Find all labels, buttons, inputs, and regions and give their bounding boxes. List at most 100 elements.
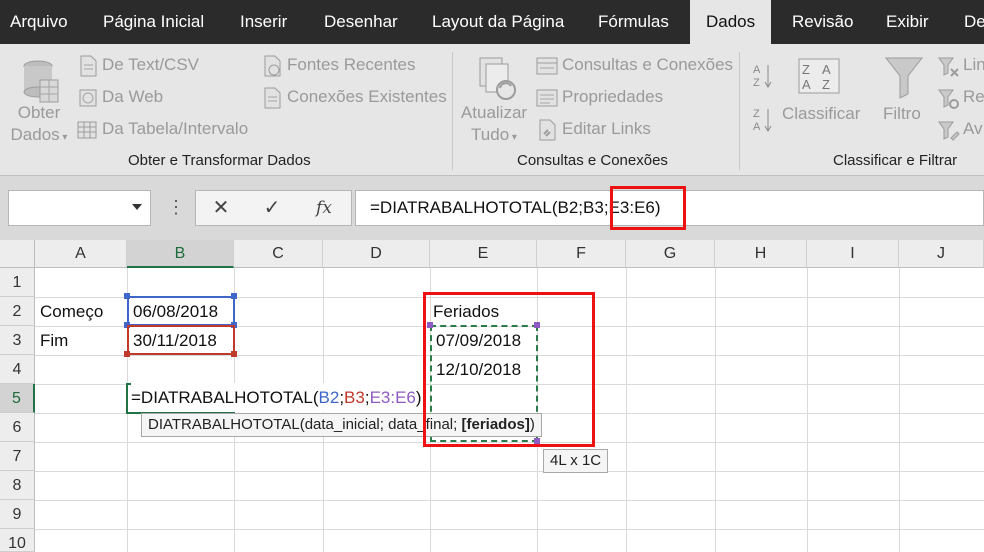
formula-bar-dots[interactable]: ⋮ <box>167 190 185 226</box>
svg-text:A: A <box>822 62 831 77</box>
tab-exibir[interactable]: Exibir <box>872 0 952 44</box>
de-text-csv-button[interactable]: De Text/CSV <box>102 55 199 75</box>
function-tooltip-signature: DIATRABALHOTOTAL(data_inicial; data_fina… <box>148 416 462 433</box>
insert-function-icon[interactable]: fx <box>308 191 340 225</box>
gridline <box>35 471 984 472</box>
selection-size-tooltip: 4L x 1C <box>543 449 609 473</box>
edit-formula-ref-e3-e6: E3:E6 <box>369 388 416 407</box>
row-header-5[interactable]: 5 <box>0 384 35 413</box>
sort-ascending-icon[interactable]: AZ <box>752 62 774 95</box>
formula-highlight-box <box>610 186 686 230</box>
tab-desenvolvedor[interactable]: De <box>950 0 984 44</box>
tab-revisao[interactable]: Revisão <box>778 0 868 44</box>
group-label-consultas: Consultas e Conexões <box>517 152 668 169</box>
enter-icon[interactable]: ✓ <box>256 191 288 225</box>
limpar-button[interactable]: Lin <box>963 55 984 75</box>
clear-filter-icon <box>938 56 960 83</box>
column-header-h[interactable]: H <box>715 240 807 268</box>
column-header-a[interactable]: A <box>35 240 127 268</box>
properties-icon <box>536 87 558 114</box>
column-header-i[interactable]: I <box>807 240 899 268</box>
edit-formula-suffix: ) <box>415 388 422 407</box>
tab-desenhar[interactable]: Desenhar <box>310 0 410 44</box>
cell-b5-edit[interactable]: =DIATRABALHOTOTAL(B2;B3;E3:E6) <box>131 383 424 412</box>
highlight-box-feriados <box>423 292 595 447</box>
cell-b3[interactable]: 30/11/2018 <box>133 326 217 355</box>
da-web-button[interactable]: Da Web <box>102 87 163 107</box>
row-header-6[interactable]: 6 <box>0 413 35 442</box>
propriedades-button[interactable]: Propriedades <box>562 87 663 107</box>
text-file-icon <box>78 55 98 82</box>
cancel-icon[interactable]: ✕ <box>206 191 236 225</box>
conexoes-existentes-button[interactable]: Conexões Existentes <box>287 87 447 107</box>
sort-dialog-icon: ZAAZ <box>798 58 840 99</box>
avancado-button[interactable]: Av <box>963 119 983 139</box>
column-header-j[interactable]: J <box>899 240 984 268</box>
reference-handle[interactable] <box>231 351 237 357</box>
svg-text:Z: Z <box>753 77 760 89</box>
refresh-all-icon <box>474 56 518 107</box>
row-header-9[interactable]: 9 <box>0 500 35 529</box>
group-label-classificar-filtrar: Classificar e Filtrar <box>833 152 958 169</box>
tab-pagina-inicial[interactable]: Página Inicial <box>86 0 219 44</box>
edit-formula-ref-b2: B2 <box>318 388 340 407</box>
tab-dados[interactable]: Dados <box>690 0 771 44</box>
gridline <box>35 500 984 501</box>
atualizar-tudo-button[interactable]: Atualizar Tudo ▾ <box>458 102 530 149</box>
group-separator <box>452 52 453 170</box>
cell-a2[interactable]: Começo <box>40 297 103 326</box>
edit-links-icon <box>537 119 559 146</box>
column-header-g[interactable]: G <box>626 240 715 268</box>
row-header-4[interactable]: 4 <box>0 355 35 384</box>
tab-inserir[interactable]: Inserir <box>226 0 304 44</box>
gridline <box>899 268 900 552</box>
filter-icon <box>884 56 924 105</box>
tab-arquivo[interactable]: Arquivo <box>0 0 86 44</box>
reference-handle[interactable] <box>231 293 237 299</box>
cell-b2[interactable]: 06/08/2018 <box>133 297 218 326</box>
row-header-7[interactable]: 7 <box>0 442 35 471</box>
editar-links-button[interactable]: Editar Links <box>562 119 651 139</box>
worksheet-grid[interactable]: A B C D E F G H I J 1 2 3 4 5 6 7 8 9 10… <box>0 240 984 552</box>
filtro-button[interactable]: Filtro <box>883 104 921 124</box>
fontes-recentes-button[interactable]: Fontes Recentes <box>287 55 416 75</box>
column-header-e[interactable]: E <box>430 240 537 268</box>
row-header-10[interactable]: 10 <box>0 529 35 552</box>
ribbon: Obter Dados ▾ De Text/CSV Da Web Da Tabe… <box>0 44 984 176</box>
formula-buttons: ✕ ✓ fx <box>195 190 352 226</box>
reapply-icon <box>938 88 960 115</box>
classificar-button[interactable]: Classificar <box>782 104 860 124</box>
reference-handle[interactable] <box>124 293 130 299</box>
name-box[interactable] <box>8 190 151 226</box>
select-all-corner[interactable] <box>0 240 35 268</box>
formula-bar-area: ⋮ ✕ ✓ fx =DIATRABALHOTOTAL(B2;B3;E3:E6) <box>0 176 984 240</box>
edit-formula-prefix: =DIATRABALHOTOTAL( <box>131 388 319 407</box>
consultas-conexoes-button[interactable]: Consultas e Conexões <box>562 55 733 75</box>
da-tabela-intervalo-button[interactable]: Da Tabela/Intervalo <box>102 119 248 139</box>
row-header-2[interactable]: 2 <box>0 297 35 326</box>
cell-a3[interactable]: Fim <box>40 326 68 355</box>
column-header-d[interactable]: D <box>323 240 430 268</box>
sort-descending-icon[interactable]: ZA <box>752 106 774 139</box>
reaplicar-button[interactable]: Re <box>963 87 984 107</box>
group-label-obter-transformar: Obter e Transformar Dados <box>128 152 311 169</box>
chevron-down-icon[interactable] <box>132 204 142 210</box>
column-header-f[interactable]: F <box>537 240 626 268</box>
tab-layout-da-pagina[interactable]: Layout da Página <box>418 0 578 44</box>
column-header-b[interactable]: B <box>127 240 234 268</box>
column-header-c[interactable]: C <box>234 240 323 268</box>
row-header-8[interactable]: 8 <box>0 471 35 500</box>
obter-dados-label-2: Dados ▾ <box>10 125 68 144</box>
tab-formulas[interactable]: Fórmulas <box>584 0 684 44</box>
row-header-1[interactable]: 1 <box>0 268 35 297</box>
svg-text:A: A <box>753 64 761 76</box>
obter-dados-button[interactable]: Obter Dados ▾ <box>8 102 70 149</box>
gridline <box>35 529 984 530</box>
svg-text:A: A <box>802 77 811 92</box>
svg-text:A: A <box>753 121 761 133</box>
queries-connections-icon <box>536 55 558 82</box>
reference-handle[interactable] <box>124 351 130 357</box>
existing-connections-icon <box>262 87 282 114</box>
row-header-3[interactable]: 3 <box>0 326 35 355</box>
group-separator <box>739 52 740 170</box>
